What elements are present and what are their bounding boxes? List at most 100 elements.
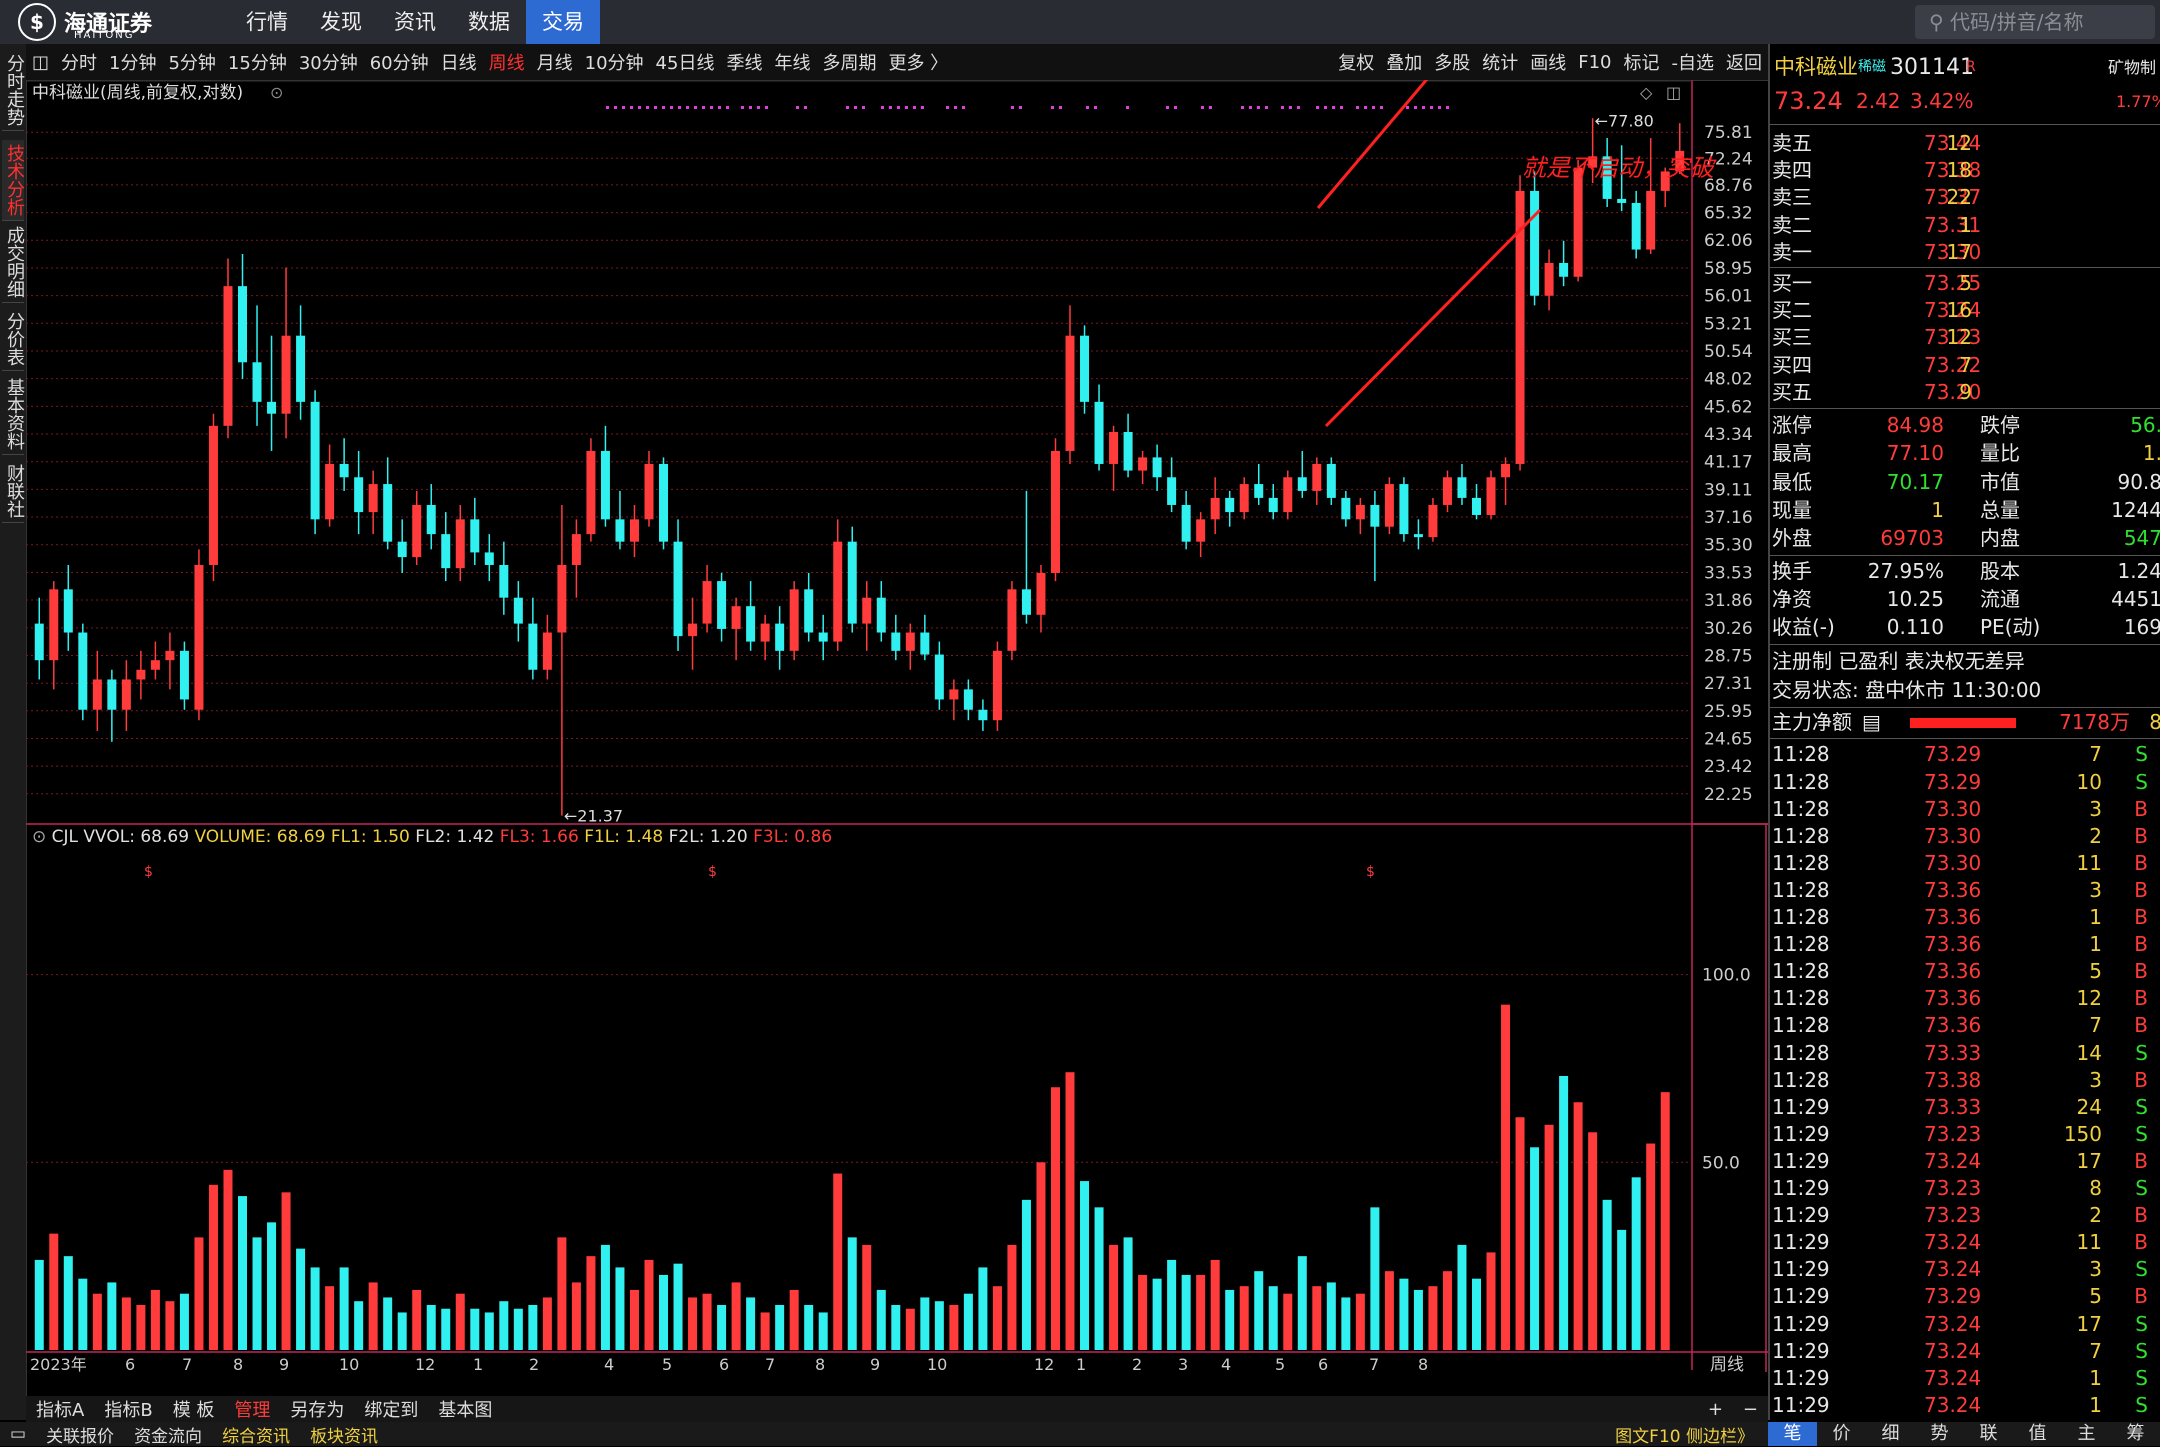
menu-item-1[interactable]: 发现 [304, 0, 378, 44]
legend-toggle-icon[interactable]: ⊙ [32, 827, 52, 847]
signal-dot [1316, 106, 1319, 109]
tick-row-17: 11:29 73.23 2 B [1770, 1202, 2160, 1229]
detail-tab-0[interactable]: 笔 [1768, 1422, 1817, 1446]
bid-row-0: 买一 73.25 5 [1770, 270, 2160, 297]
period-tab-1[interactable]: 1分钟 [103, 49, 162, 75]
chart-tool-8[interactable]: 返回 [1720, 49, 1768, 75]
bottom-tab-2[interactable]: 综合资讯 [212, 1422, 300, 1447]
chart-tool-6[interactable]: 标记 [1618, 49, 1666, 75]
period-tab-14[interactable]: 更多 〉 [882, 49, 954, 75]
period-tab-3[interactable]: 15分钟 [222, 49, 293, 75]
period-tab-11[interactable]: 季线 [720, 49, 768, 75]
detail-tab-2[interactable]: 细 [1866, 1422, 1915, 1446]
left-tab-5[interactable]: 财联社 [2, 460, 25, 523]
f10-sidebar-link[interactable]: 图文F10 侧边栏》 [1605, 1422, 1764, 1447]
left-tab-2[interactable]: 成交明细 [2, 222, 25, 303]
chart-tool-4[interactable]: 画线 [1524, 49, 1572, 75]
volume-bar [905, 1308, 915, 1350]
period-tab-0[interactable]: 分时 [55, 49, 103, 75]
detail-tab-4[interactable]: 联 [1964, 1422, 2013, 1446]
bottom-tab-3[interactable]: 板块资讯 [300, 1422, 388, 1447]
ask-price: 73.31 [1924, 212, 1982, 237]
signal-dot [614, 106, 617, 109]
left-tab-1[interactable]: 技术分析 [2, 140, 25, 221]
period-tab-12[interactable]: 年线 [768, 49, 816, 75]
panel-toggle-icon[interactable]: ◫ [1666, 83, 1681, 102]
layout-toggle-icon[interactable]: ◫ [26, 52, 55, 73]
period-tab-13[interactable]: 多周期 [816, 49, 882, 75]
indicator-tab-2[interactable]: 模 板 [163, 1396, 225, 1422]
volume-bar [1428, 1286, 1438, 1350]
kline-chart[interactable]: 中科磁业(周线,前复权,对数) ⊙75.8172.2468.7665.3262.0… [26, 80, 1768, 1396]
period-tab-2[interactable]: 5分钟 [162, 49, 221, 75]
tick-row-7: 11:28 73.36 1 B [1770, 931, 2160, 958]
left-tab-3[interactable]: 分价表 [2, 308, 25, 371]
left-tab-4[interactable]: 基本资料 [2, 374, 25, 455]
volume-bar [557, 1237, 567, 1350]
candle [789, 581, 799, 661]
period-tab-4[interactable]: 30分钟 [293, 49, 364, 75]
ask-row-2: 卖三 73.37 22 [1770, 184, 2160, 211]
stat-label: 流通 [1980, 586, 2020, 611]
volume-bar [688, 1297, 698, 1350]
chart-tool-3[interactable]: 统计 [1476, 49, 1524, 75]
detail-tab-6[interactable]: 主 [2062, 1422, 2111, 1446]
ask-label: 卖四 [1772, 158, 1812, 183]
chart-tool-1[interactable]: 叠加 [1380, 49, 1428, 75]
candle-body [325, 463, 335, 520]
detail-tab-7[interactable]: 筹 [2111, 1422, 2160, 1446]
period-tab-6[interactable]: 日线 [435, 49, 483, 75]
indicator-tab-4[interactable]: 另存为 [280, 1396, 354, 1422]
menu-item-2[interactable]: 资讯 [378, 0, 452, 44]
chart-tool-5[interactable]: F10 [1572, 52, 1617, 73]
detail-tab-3[interactable]: 势 [1915, 1422, 1964, 1446]
candle-body [121, 679, 131, 710]
menu-item-4[interactable]: 交易 [526, 0, 600, 44]
signal-dot [749, 106, 752, 109]
ask-row-4: 卖一 73.30 17 [1770, 239, 2160, 266]
tick-time: 11:29 [1772, 1257, 1830, 1282]
left-tab-0[interactable]: 分时走势 [2, 50, 25, 131]
indicator-tab-5[interactable]: 绑定到 [354, 1396, 428, 1422]
chart-tool-0[interactable]: 复权 [1332, 49, 1380, 75]
tick-volume: 24 [2076, 1094, 2102, 1119]
period-tab-10[interactable]: 45日线 [650, 49, 721, 75]
candle [1297, 450, 1307, 498]
volume-bar [1631, 1177, 1641, 1350]
candle-body [978, 709, 988, 721]
menu-item-0[interactable]: 行情 [230, 0, 304, 44]
main-flow-extra: 8 [2149, 710, 2160, 735]
volume-bar [1080, 1181, 1090, 1350]
panel-icon[interactable]: ▭ [0, 1424, 36, 1444]
detail-tab-5[interactable]: 值 [2013, 1422, 2062, 1446]
tick-price: 73.24 [1924, 1311, 1982, 1336]
period-tab-7[interactable]: 周线 [483, 49, 531, 75]
signal-dot [686, 106, 689, 109]
detail-tab-1[interactable]: 价 [1817, 1422, 1866, 1446]
zoom-out-button[interactable]: − [1733, 1399, 1768, 1420]
indicator-tab-6[interactable]: 基本图 [428, 1396, 502, 1422]
indicator-tab-3[interactable]: 管理 [224, 1396, 280, 1422]
search-input[interactable]: ⚲ 代码/拼音/名称 [1915, 5, 2155, 39]
period-tab-5[interactable]: 60分钟 [364, 49, 435, 75]
indicator-tab-0[interactable]: 指标A [26, 1396, 94, 1422]
candle [455, 504, 465, 582]
candle-body [891, 632, 901, 651]
chart-tool-7[interactable]: -自选 [1666, 49, 1721, 75]
period-tab-9[interactable]: 10分钟 [579, 49, 650, 75]
candle [252, 305, 262, 426]
menu-item-3[interactable]: 数据 [452, 0, 526, 44]
volume-bar [1210, 1259, 1220, 1350]
bottom-tab-1[interactable]: 资金流向 [124, 1422, 212, 1447]
diamond-icon[interactable]: ◇ [1640, 83, 1653, 102]
chart-options-icon[interactable]: ⊙ [270, 83, 283, 102]
zoom-in-button[interactable]: + [1698, 1399, 1733, 1420]
signal-dot [954, 106, 957, 109]
candle [121, 660, 131, 731]
volume-bar [354, 1301, 364, 1350]
chart-tool-2[interactable]: 多股 [1428, 49, 1476, 75]
bottom-tab-0[interactable]: 关联报价 [36, 1422, 124, 1447]
period-tab-8[interactable]: 月线 [531, 49, 579, 75]
tick-price: 73.23 [1924, 1203, 1982, 1228]
indicator-tab-1[interactable]: 指标B [94, 1396, 162, 1422]
